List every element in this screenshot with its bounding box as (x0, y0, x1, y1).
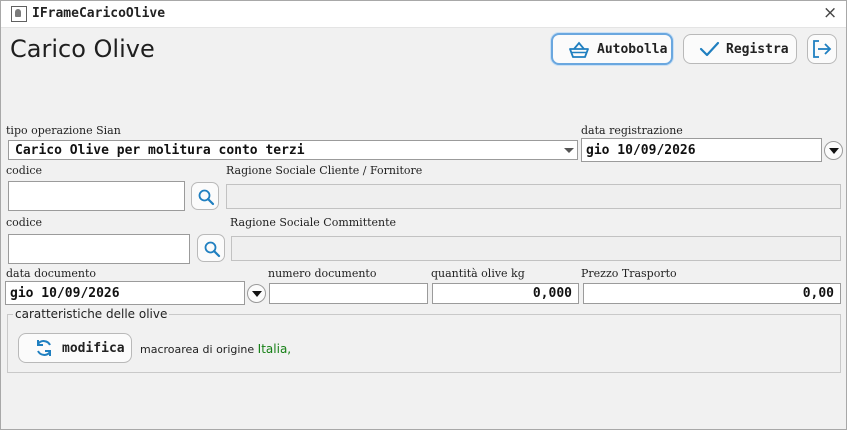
page-title: Carico Olive (10, 35, 155, 63)
caratteristiche-group (7, 314, 841, 373)
data-documento-field[interactable]: gio 10/09/2026 (5, 281, 245, 305)
modifica-button[interactable]: modifica (18, 333, 132, 363)
committente-name-label: Ragione Sociale Committente (230, 216, 397, 229)
app-window: IFrameCaricoOlive × Carico Olive Autobol… (0, 0, 847, 430)
tipo-operazione-select[interactable]: Carico Olive per molitura conto terzi (8, 140, 578, 160)
cliente-name-label: Ragione Sociale Cliente / Fornitore (226, 164, 423, 177)
autobolla-label: Autobolla (597, 42, 668, 57)
macroarea-info: macroarea di origine Italia, (140, 342, 291, 356)
autobolla-button[interactable]: Autobolla (551, 33, 673, 65)
checkmark-icon (699, 41, 720, 57)
committente-code-input[interactable] (8, 234, 190, 264)
committente-search-button[interactable] (197, 234, 225, 262)
search-icon (198, 189, 215, 206)
cliente-code-label: codice (6, 164, 43, 177)
cliente-name-field (226, 184, 841, 209)
prezzo-trasporto-value: 0,00 (802, 286, 834, 301)
numero-documento-label: numero documento (268, 267, 377, 280)
data-documento-dropdown-button[interactable] (247, 284, 266, 303)
basket-icon (569, 41, 589, 58)
data-registrazione-value: gio 10/09/2026 (586, 143, 696, 158)
committente-name-field (231, 236, 841, 261)
numero-documento-input[interactable] (269, 283, 428, 304)
cliente-search-button[interactable] (191, 182, 219, 210)
exit-button[interactable] (807, 34, 837, 64)
quantita-value: 0,000 (532, 286, 572, 301)
macroarea-value: Italia (257, 342, 288, 356)
quantita-input[interactable]: 0,000 (432, 283, 579, 304)
data-documento-label: data documento (6, 267, 97, 280)
title-bar: IFrameCaricoOlive × (1, 1, 846, 28)
prezzo-trasporto-label: Prezzo Trasporto (581, 267, 677, 280)
macroarea-suffix: , (287, 342, 292, 356)
prezzo-trasporto-input[interactable]: 0,00 (583, 283, 841, 304)
exit-icon (813, 40, 832, 58)
data-registrazione-dropdown-button[interactable] (824, 141, 843, 160)
tipo-operazione-label: tipo operazione Sian (6, 124, 121, 137)
caratteristiche-legend: caratteristiche delle olive (13, 307, 170, 321)
java-app-icon (11, 6, 27, 22)
tipo-operazione-value: Carico Olive per molitura conto terzi (15, 143, 305, 158)
quantita-label: quantità olive kg (431, 267, 525, 280)
search-icon (204, 241, 221, 258)
refresh-icon (37, 340, 51, 356)
registra-label: Registra (726, 42, 789, 57)
data-registrazione-field[interactable]: gio 10/09/2026 (581, 138, 822, 162)
macroarea-label: macroarea di origine (140, 343, 255, 356)
data-documento-value: gio 10/09/2026 (10, 286, 120, 301)
cliente-code-input[interactable] (8, 181, 185, 211)
window-title: IFrameCaricoOlive (32, 6, 166, 21)
data-registrazione-label: data registrazione (581, 124, 683, 137)
registra-button[interactable]: Registra (683, 34, 797, 64)
chevron-down-icon (564, 148, 574, 153)
close-icon[interactable]: × (823, 3, 837, 23)
modifica-label: modifica (62, 341, 125, 356)
committente-code-label: codice (6, 216, 43, 229)
